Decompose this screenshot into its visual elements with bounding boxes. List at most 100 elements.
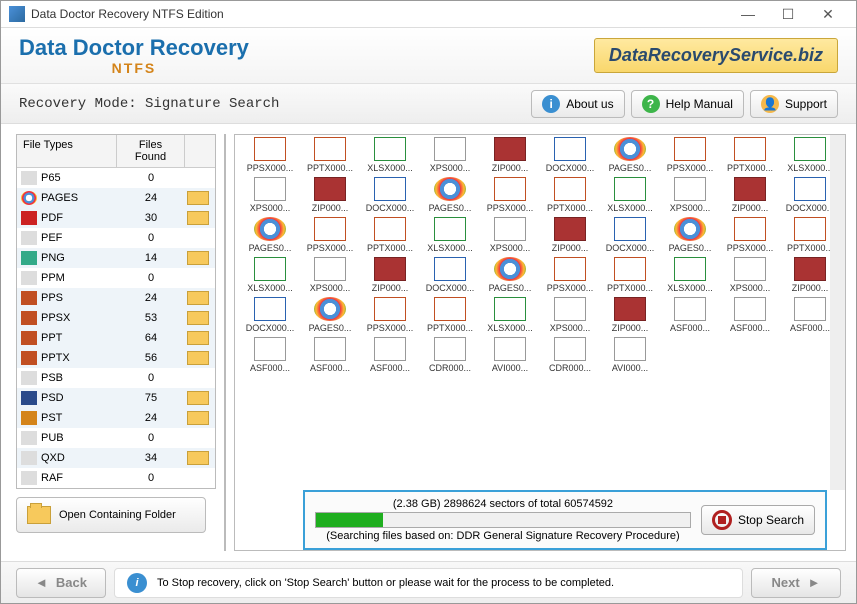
- file-item[interactable]: CDR000...: [543, 337, 597, 373]
- file-item[interactable]: AVI000...: [483, 337, 537, 373]
- file-type-row[interactable]: QXD 34: [17, 448, 215, 468]
- file-item[interactable]: PPSX000...: [363, 297, 417, 333]
- file-type-row[interactable]: PSD 75: [17, 388, 215, 408]
- file-item[interactable]: XLSX000...: [423, 217, 477, 253]
- file-item[interactable]: ASF000...: [783, 297, 837, 333]
- file-item[interactable]: PAGES0...: [483, 257, 537, 293]
- file-item[interactable]: DOCX000...: [603, 217, 657, 253]
- file-item[interactable]: PPTX000...: [303, 137, 357, 173]
- file-icon: [434, 257, 466, 281]
- file-item[interactable]: PPSX000...: [243, 137, 297, 173]
- file-name: AVI000...: [603, 363, 657, 373]
- file-item[interactable]: ZIP000...: [723, 177, 777, 213]
- next-button[interactable]: Next ►: [751, 568, 841, 598]
- file-item[interactable]: ZIP000...: [783, 257, 837, 293]
- file-grid[interactable]: PPSX000...PPTX000...XLSX000...XPS000...Z…: [235, 135, 845, 550]
- file-item[interactable]: XLSX000...: [783, 137, 837, 173]
- file-item[interactable]: ASF000...: [303, 337, 357, 373]
- file-item[interactable]: ASF000...: [363, 337, 417, 373]
- file-item[interactable]: ZIP000...: [603, 297, 657, 333]
- file-item[interactable]: PPTX000...: [363, 217, 417, 253]
- file-item[interactable]: PPTX000...: [423, 297, 477, 333]
- file-item[interactable]: ASF000...: [663, 297, 717, 333]
- file-item[interactable]: XLSX000...: [663, 257, 717, 293]
- file-item[interactable]: ZIP000...: [543, 217, 597, 253]
- file-type-row[interactable]: PSB 0: [17, 368, 215, 388]
- back-button[interactable]: ◄ Back: [16, 568, 106, 598]
- open-containing-folder-button[interactable]: Open Containing Folder: [16, 497, 206, 533]
- file-item[interactable]: XPS000...: [663, 177, 717, 213]
- file-types-list[interactable]: P65 0 PAGES 24 PDF 30 PEF 0 PNG 14 PPM 0…: [17, 168, 215, 488]
- scrollbar[interactable]: [830, 135, 845, 490]
- file-item[interactable]: ZIP000...: [363, 257, 417, 293]
- file-item[interactable]: XPS000...: [423, 137, 477, 173]
- grid-row: ASF000...ASF000...ASF000...CDR000...AVI0…: [243, 337, 837, 373]
- file-type-row[interactable]: PDF 30: [17, 208, 215, 228]
- help-button[interactable]: ? Help Manual: [631, 90, 744, 118]
- support-label: Support: [785, 97, 827, 111]
- file-type-row[interactable]: PPSX 53: [17, 308, 215, 328]
- about-button[interactable]: i About us: [531, 90, 624, 118]
- col-header-found[interactable]: Files Found: [117, 135, 185, 167]
- file-item[interactable]: PAGES0...: [603, 137, 657, 173]
- file-type-row[interactable]: PUB 0: [17, 428, 215, 448]
- file-item[interactable]: XPS000...: [483, 217, 537, 253]
- file-type-row[interactable]: PEF 0: [17, 228, 215, 248]
- file-type-row[interactable]: PPT 64: [17, 328, 215, 348]
- file-item[interactable]: XLSX000...: [483, 297, 537, 333]
- file-item[interactable]: ZIP000...: [483, 137, 537, 173]
- file-type-row[interactable]: PPS 24: [17, 288, 215, 308]
- file-item[interactable]: PPTX000...: [603, 257, 657, 293]
- file-type-row[interactable]: PPM 0: [17, 268, 215, 288]
- file-item[interactable]: CDR000...: [423, 337, 477, 373]
- file-item[interactable]: PPSX000...: [663, 137, 717, 173]
- file-item[interactable]: DOCX000...: [243, 297, 297, 333]
- file-item[interactable]: XLSX000...: [243, 257, 297, 293]
- file-item[interactable]: XPS000...: [303, 257, 357, 293]
- file-item[interactable]: XPS000...: [543, 297, 597, 333]
- file-item[interactable]: PPSX000...: [303, 217, 357, 253]
- file-name: XLSX000...: [663, 283, 717, 293]
- col-header-types[interactable]: File Types: [17, 135, 117, 167]
- file-item[interactable]: XLSX000...: [363, 137, 417, 173]
- file-type-row[interactable]: PAGES 24: [17, 188, 215, 208]
- file-item[interactable]: ZIP000...: [303, 177, 357, 213]
- file-item[interactable]: AVI000...: [603, 337, 657, 373]
- file-name: XPS000...: [663, 203, 717, 213]
- file-item[interactable]: PPTX000...: [723, 137, 777, 173]
- file-type-row[interactable]: P65 0: [17, 168, 215, 188]
- file-icon: [434, 137, 466, 161]
- file-icon: [734, 217, 766, 241]
- file-item[interactable]: DOCX000...: [423, 257, 477, 293]
- file-item[interactable]: ASF000...: [723, 297, 777, 333]
- file-item[interactable]: XPS000...: [723, 257, 777, 293]
- file-item[interactable]: PAGES0...: [663, 217, 717, 253]
- file-item[interactable]: XPS000...: [243, 177, 297, 213]
- close-button[interactable]: ✕: [808, 4, 848, 24]
- file-name: ASF000...: [723, 323, 777, 333]
- file-item[interactable]: DOCX000...: [363, 177, 417, 213]
- file-item[interactable]: PPTX000...: [543, 177, 597, 213]
- file-item[interactable]: PAGES0...: [303, 297, 357, 333]
- brand-row: Data Doctor Recovery NTFS DataRecoverySe…: [1, 28, 856, 84]
- file-item[interactable]: PAGES0...: [423, 177, 477, 213]
- file-item[interactable]: DOCX000...: [783, 177, 837, 213]
- file-item[interactable]: PAGES0...: [243, 217, 297, 253]
- minimize-button[interactable]: —: [728, 4, 768, 24]
- maximize-button[interactable]: ☐: [768, 4, 808, 24]
- file-item[interactable]: PPSX000...: [723, 217, 777, 253]
- file-type-row[interactable]: PPTX 56: [17, 348, 215, 368]
- file-icon: [674, 217, 706, 241]
- file-item[interactable]: PPSX000...: [483, 177, 537, 213]
- file-type-row[interactable]: PNG 14: [17, 248, 215, 268]
- stop-search-button[interactable]: Stop Search: [701, 505, 815, 535]
- file-item[interactable]: PPSX000...: [543, 257, 597, 293]
- file-item[interactable]: DOCX000...: [543, 137, 597, 173]
- file-item[interactable]: PPTX000...: [783, 217, 837, 253]
- file-icon: [614, 257, 646, 281]
- file-type-row[interactable]: RAF 0: [17, 468, 215, 488]
- support-button[interactable]: 👤 Support: [750, 90, 838, 118]
- file-type-row[interactable]: PST 24: [17, 408, 215, 428]
- file-item[interactable]: XLSX000...: [603, 177, 657, 213]
- file-item[interactable]: ASF000...: [243, 337, 297, 373]
